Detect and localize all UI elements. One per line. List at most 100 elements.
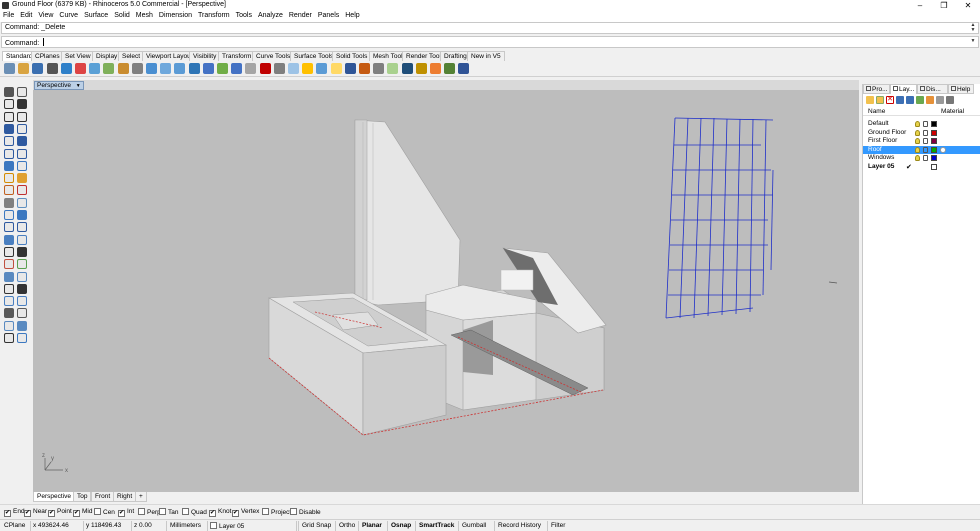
toggle-osnap[interactable]: Osnap <box>391 522 411 529</box>
menu-edit[interactable]: Edit <box>17 11 35 19</box>
osnap-point[interactable]: ✔ Point <box>48 508 72 517</box>
toggle-grid-snap[interactable]: Grid Snap <box>302 522 331 529</box>
print-icon[interactable] <box>46 63 58 74</box>
toolbar-tab-solid-tools[interactable]: Solid Tools <box>332 51 372 61</box>
select-points-icon[interactable] <box>4 87 14 97</box>
toggle-filter[interactable]: Filter <box>551 522 565 529</box>
mesh-icon[interactable] <box>4 197 14 208</box>
osnap-tan[interactable]: Tan <box>159 508 178 516</box>
copy-icon[interactable] <box>89 63 101 74</box>
polygon-icon[interactable] <box>4 136 14 147</box>
layer-row[interactable]: Roof <box>863 145 980 155</box>
toggle-record-history[interactable]: Record History <box>498 522 541 529</box>
visibility-bulb-icon[interactable] <box>915 129 920 136</box>
layer-color-swatch[interactable] <box>931 138 937 145</box>
line-icon[interactable] <box>4 99 14 110</box>
options-icon[interactable] <box>415 63 427 74</box>
toolbar-tab-surface-tools[interactable]: Surface Tools <box>290 51 338 61</box>
viewport-tab-front[interactable]: Front <box>91 492 115 502</box>
viewport-tab-perspective[interactable]: Perspective <box>33 492 75 502</box>
panel-tab-lay[interactable]: Lay... <box>890 84 917 94</box>
layer-row[interactable]: Layer 05 ✔ <box>863 163 980 172</box>
join-icon[interactable] <box>17 222 27 233</box>
osnap-checkbox[interactable]: ✔ <box>4 510 11 517</box>
osnap-checkbox[interactable] <box>182 508 189 515</box>
text-icon[interactable] <box>4 283 14 294</box>
select-icon[interactable] <box>245 63 257 74</box>
import-icon[interactable] <box>60 63 72 74</box>
zoom-window-icon[interactable] <box>174 63 186 74</box>
osnap-disable[interactable]: Disable <box>290 508 321 516</box>
layer-color-swatch[interactable] <box>931 155 937 162</box>
new-layer-icon[interactable] <box>866 96 874 104</box>
circle-icon[interactable] <box>4 111 14 122</box>
cplane-label[interactable]: CPlane <box>4 522 25 529</box>
copy-icon[interactable] <box>17 246 27 257</box>
lock-icon[interactable] <box>923 146 928 153</box>
sphere-icon[interactable] <box>373 63 385 74</box>
toggle-ortho[interactable]: Ortho <box>339 522 355 529</box>
command-dropdown-icon[interactable]: ▼ <box>970 39 976 44</box>
render-icon[interactable] <box>359 63 370 74</box>
delete-layer-icon[interactable]: ✕ <box>886 96 894 104</box>
trim-icon[interactable] <box>17 210 27 220</box>
layer-color-swatch[interactable] <box>931 146 937 153</box>
analyze-icon[interactable] <box>4 308 14 319</box>
visibility-bulb-icon[interactable] <box>915 121 920 127</box>
move-up-icon[interactable] <box>896 96 904 104</box>
toggle-smarttrack[interactable]: SmartTrack <box>419 522 454 529</box>
viewport-tab[interactable]: Perspective ▼ <box>34 81 84 90</box>
osnap-checkbox[interactable]: ✔ <box>73 510 80 517</box>
paste-icon[interactable] <box>103 63 115 74</box>
properties-icon[interactable] <box>344 63 356 74</box>
menu-view[interactable]: View <box>35 11 56 19</box>
sphere-icon[interactable] <box>17 160 27 171</box>
column-name[interactable]: Name <box>868 108 885 115</box>
units-label[interactable]: Millimeters <box>170 522 201 529</box>
command-history[interactable]: Command: _Delete ▲ ▼ <box>1 22 979 34</box>
pan-icon[interactable] <box>131 63 143 74</box>
viewport-tab-right[interactable]: Right <box>113 492 137 502</box>
toggle-planar[interactable]: Planar <box>362 522 382 529</box>
group-icon[interactable] <box>17 234 27 245</box>
help-icon[interactable] <box>458 63 470 74</box>
layer-row[interactable]: First Floor <box>863 137 980 146</box>
lock-icon[interactable] <box>302 63 314 74</box>
current-layer-pane[interactable]: Layer 05 <box>210 522 244 530</box>
command-line[interactable]: Command: ▼ <box>1 36 979 48</box>
scroll-down-icon[interactable]: ▼ <box>970 28 976 33</box>
ellipse-icon[interactable] <box>4 123 14 134</box>
move-icon[interactable] <box>4 246 14 257</box>
menu-tools[interactable]: Tools <box>233 11 255 19</box>
check-icon[interactable] <box>4 333 14 343</box>
osnap-checkbox[interactable] <box>94 508 101 515</box>
curve-icon[interactable] <box>17 136 27 147</box>
menu-render[interactable]: Render <box>286 11 315 19</box>
layer-row[interactable]: Ground Floor <box>863 129 980 138</box>
surface-icon[interactable] <box>17 185 27 196</box>
filter-icon[interactable] <box>916 96 924 104</box>
osnap-knot[interactable]: ✔ Knot <box>209 508 231 517</box>
restore-icon[interactable]: ❐ <box>932 0 956 11</box>
toolbar-tab-display[interactable]: Display <box>92 51 122 61</box>
layer-color-swatch[interactable] <box>931 129 937 136</box>
arc-icon[interactable] <box>17 111 27 122</box>
save-icon[interactable] <box>32 63 44 74</box>
render-icon[interactable] <box>17 308 27 319</box>
menu-analyze[interactable]: Analyze <box>255 11 286 19</box>
menu-mesh[interactable]: Mesh <box>133 11 156 19</box>
add-viewport-tab-icon[interactable]: + <box>135 492 147 502</box>
polyline-icon[interactable] <box>17 99 27 110</box>
toolbar-tab-visibility[interactable]: Visibility <box>189 51 221 61</box>
camera-icon[interactable] <box>17 320 27 331</box>
layer-row[interactable]: Default <box>863 120 980 129</box>
cut-icon[interactable] <box>75 63 86 74</box>
column-material[interactable]: Material <box>941 108 964 115</box>
viewport-tab-top[interactable]: Top <box>73 492 92 502</box>
layer-icon[interactable] <box>316 63 328 74</box>
command-input[interactable] <box>43 38 45 46</box>
ball-icon[interactable] <box>401 63 413 74</box>
split-icon[interactable] <box>4 222 14 233</box>
menu-surface[interactable]: Surface <box>81 11 111 19</box>
viewport-menu-icon[interactable]: ▼ <box>76 83 81 89</box>
